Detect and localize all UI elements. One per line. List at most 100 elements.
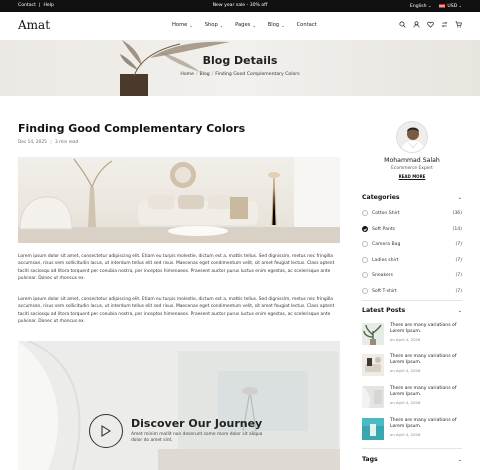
category-name: Sneakers (372, 272, 394, 278)
category-checkbox[interactable] (362, 241, 368, 247)
page-title: Blog Details (202, 54, 278, 67)
breadcrumb-current: Finding Good Complementary Colors (215, 72, 300, 77)
tags-header[interactable]: Tags ⌄ (362, 456, 462, 463)
nav-label: Home (172, 22, 188, 28)
breadcrumb-home[interactable]: Home (180, 72, 194, 77)
sidebar-divider (362, 300, 462, 301)
category-count: (36) (452, 210, 462, 216)
category-item[interactable]: Sneakers (7) (362, 272, 462, 278)
currency-label: USD (447, 4, 458, 9)
latest-post-item[interactable]: There are many variations of Lorem Ipsum… (362, 386, 462, 408)
user-icon[interactable] (413, 21, 420, 28)
category-name: Soft Pants (372, 226, 396, 232)
search-icon[interactable] (399, 21, 406, 28)
post-title[interactable]: There are many variations of Lorem Ipsum… (390, 323, 462, 336)
author-name: Mohammad Salah (384, 157, 440, 164)
category-item[interactable]: Soft Pants (14) (362, 226, 462, 232)
top-bar: Contact | Help New year sale - 30% off E… (0, 0, 480, 12)
category-count: (14) (452, 226, 462, 232)
chevron-down-icon: ⌄ (457, 307, 462, 314)
post-thumbnail (362, 323, 384, 345)
tags-title: Tags (362, 456, 378, 463)
breadcrumb-separator: / (211, 72, 214, 77)
categories-title: Categories (362, 194, 400, 201)
nav-shop[interactable]: Shop ⌄ (205, 22, 223, 28)
category-name: Cotton Shirt (372, 210, 400, 216)
nav-home[interactable]: Home ⌄ (172, 22, 193, 28)
article-title: Finding Good Complementary Colors (18, 122, 246, 135)
article-paragraph: Lorem ipsum dolor sit amet, consectetur … (18, 254, 335, 282)
video-background-image (18, 341, 340, 470)
page-banner: Blog Details Home / Blog / Finding Good Comp… (0, 40, 480, 96)
category-count: (7) (455, 272, 462, 278)
post-title[interactable]: There are many variations of Lorem Ipsum… (390, 386, 462, 399)
category-count: (7) (455, 288, 462, 294)
video-section: Discover Our Journey Amet minim mollit n… (18, 341, 340, 470)
heart-icon[interactable] (427, 21, 434, 28)
site-header: Amat Home ⌄ Shop ⌄ Pages ⌄ Blog ⌄ Contact (0, 12, 480, 40)
cart-icon[interactable] (455, 21, 462, 28)
category-checkbox[interactable] (362, 257, 368, 263)
latest-post-item[interactable]: There are many variations of Lorem Ipsum… (362, 323, 462, 345)
category-item[interactable]: Cotton Shirt (36) (362, 210, 462, 216)
article-date: Dec 14, 2025 (18, 140, 47, 145)
breadcrumb: Home / Blog / Finding Good Complementary Col… (0, 72, 480, 77)
main-nav: Home ⌄ Shop ⌄ Pages ⌄ Blog ⌄ Contact (172, 22, 317, 28)
play-button[interactable] (89, 414, 123, 448)
latest-post-item[interactable]: There are many variations of Lorem Ipsum… (362, 354, 462, 376)
post-thumbnail (362, 354, 384, 376)
plant-decoration-image (120, 40, 230, 96)
chevron-down-icon: ⌄ (457, 456, 462, 463)
article-paragraph: Lorem ipsum dolor sit amet, consectetur … (18, 297, 335, 325)
breadcrumb-blog[interactable]: Blog (200, 72, 210, 77)
meta-separator: | (50, 140, 52, 145)
author-read-more-link[interactable]: READ MORE (352, 174, 472, 179)
chevron-down-icon: ⌄ (219, 22, 224, 28)
category-name: Camera Bag (372, 241, 401, 247)
latest-posts-title: Latest Posts (362, 307, 406, 314)
category-name: Ladies shirt (372, 257, 399, 263)
category-checkbox[interactable] (362, 210, 368, 216)
post-date: on April 4, 2026 (390, 367, 421, 373)
category-name: Soft T-shirt (372, 288, 397, 294)
post-title[interactable]: There are many variations of Lorem Ipsum… (390, 354, 462, 367)
chevron-down-icon: ⌄ (457, 194, 462, 201)
category-checkbox[interactable] (362, 288, 368, 294)
category-item[interactable]: Camera Bag (7) (362, 241, 462, 247)
post-date: on April 4, 2026 (390, 399, 421, 405)
category-count: (7) (455, 257, 462, 263)
chevron-down-icon: ⌄ (189, 22, 193, 28)
nav-label: Shop (204, 22, 218, 28)
nav-pages[interactable]: Pages ⌄ (235, 22, 256, 28)
play-icon (101, 425, 111, 437)
category-item[interactable]: Soft T-shirt (7) (362, 288, 462, 294)
post-title[interactable]: There are many variations of Lorem Ipsum… (390, 418, 462, 431)
latest-post-item[interactable]: There are many variations of Lorem Ipsum… (362, 418, 462, 440)
chevron-down-icon: ⌄ (252, 22, 256, 28)
author-avatar (396, 121, 428, 153)
language-label: English (409, 4, 427, 9)
post-thumbnail (362, 418, 384, 440)
currency-selector[interactable]: USD ⌄ (439, 3, 462, 9)
nav-blog[interactable]: Blog ⌄ (268, 22, 285, 28)
us-flag-icon (439, 3, 446, 8)
video-title: Discover Our Journey (131, 417, 263, 430)
latest-posts-header[interactable]: Latest Posts ⌄ (362, 307, 462, 314)
category-count: (7) (455, 241, 462, 247)
compare-icon[interactable] (441, 21, 448, 28)
post-date: on April 4, 2026 (390, 431, 421, 437)
read-time: 3 min read (55, 140, 79, 145)
logo[interactable]: Amat (18, 18, 50, 32)
nav-label: Pages (235, 22, 251, 28)
category-checkbox[interactable] (362, 226, 368, 232)
post-date: on April 4, 2026 (390, 336, 421, 342)
categories-header[interactable]: Categories ⌄ (362, 194, 462, 201)
language-selector[interactable]: English ⌄ (410, 3, 431, 9)
category-checkbox[interactable] (362, 272, 368, 278)
category-item[interactable]: Ladies shirt (7) (362, 257, 462, 263)
video-description: Amet minim mollit non deserunt some more… (131, 432, 263, 444)
chevron-down-icon: ⌄ (427, 3, 432, 8)
nav-contact[interactable]: Contact (297, 22, 317, 28)
nav-label: Blog (267, 22, 280, 28)
chevron-down-icon: ⌄ (458, 3, 462, 8)
